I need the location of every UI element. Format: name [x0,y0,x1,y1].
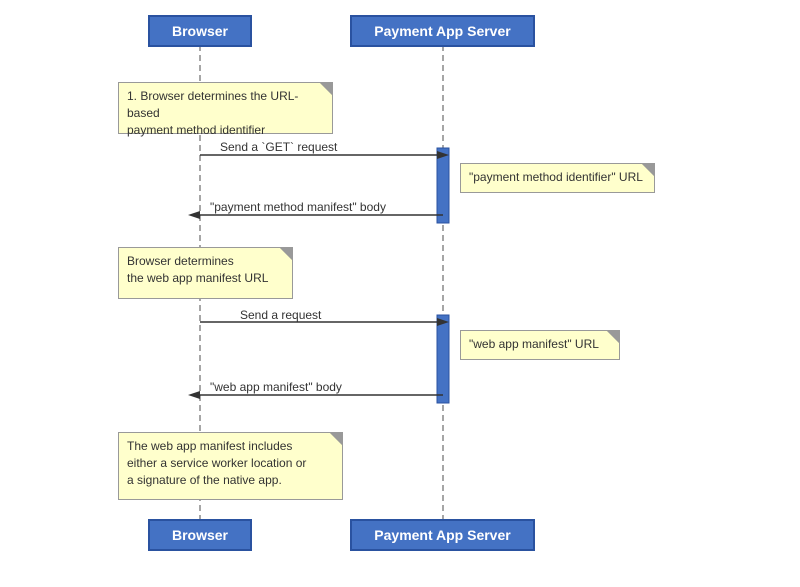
diagram-container: Browser Payment App Server Browser Payme… [0,0,800,587]
browser-lifeline-top: Browser [148,15,252,47]
server-lifeline-top: Payment App Server [350,15,535,47]
server-note-web-app: "web app manifest" URL [460,330,620,360]
browser-lifeline-bottom: Browser [148,519,252,551]
arrow2-label: "payment method manifest" body [210,200,386,214]
note-service-worker: The web app manifest includeseither a se… [118,432,343,500]
note-url-payment-method: 1. Browser determines the URL-basedpayme… [118,82,333,134]
arrow4-label: "web app manifest" body [210,380,342,394]
arrow1-label: Send a `GET` request [220,140,337,154]
note-web-app-manifest-url: Browser determinesthe web app manifest U… [118,247,293,299]
server-lifeline-bottom: Payment App Server [350,519,535,551]
arrow3-label: Send a request [240,308,321,322]
server-note-payment-id: "payment method identifier" URL [460,163,655,193]
